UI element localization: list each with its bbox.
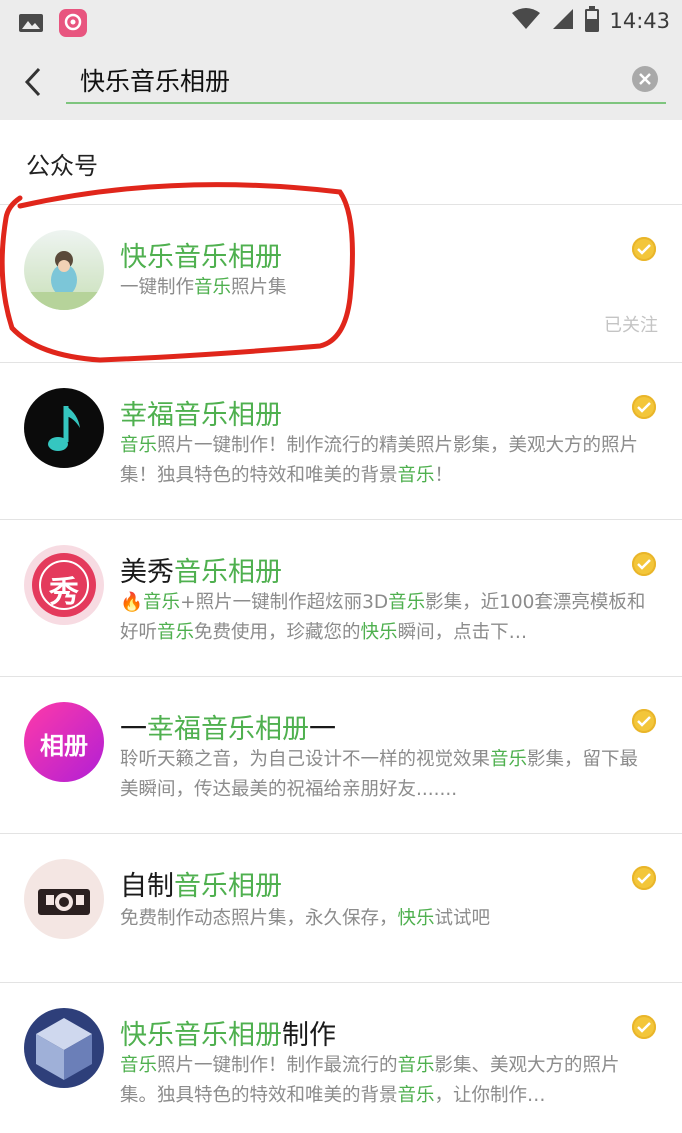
verified-badge-icon (632, 1015, 656, 1039)
text-segment: 试试吧 (434, 908, 491, 929)
highlight-text: 音乐 (397, 1055, 435, 1076)
account-title: 快乐音乐相册 (120, 235, 282, 274)
highlight-text: 音乐 (388, 592, 426, 613)
list-item[interactable]: 幸福音乐相册 音乐照片一键制作！制作流行的精美照片影集，美观大方的照片集！独具特… (0, 363, 682, 520)
close-icon (639, 73, 651, 85)
account-description: 一键制作音乐照片集 (120, 273, 656, 303)
text-segment: 自制 (120, 871, 174, 902)
account-title: 快乐音乐相册制作 (120, 1013, 336, 1052)
highlight-text: 音乐 (397, 465, 435, 486)
highlight-text: 音乐 (490, 749, 528, 770)
list-item[interactable]: 自制音乐相册 免费制作动态照片集，永久保存，快乐试试吧 (0, 834, 682, 983)
gallery-icon (18, 12, 44, 38)
signal-icon (551, 7, 575, 35)
text-segment: 聆听天籁之音，为自己设计不一样的视觉效果 (120, 749, 491, 770)
search-query: 快乐音乐相册 (80, 67, 231, 96)
text-segment: 美秀 (120, 557, 174, 588)
highlight-text: 幸福音乐相册 (120, 400, 282, 431)
list-item[interactable]: 快乐音乐相册 一键制作音乐照片集 已关注 (0, 205, 682, 363)
text-segment: +照片一键制作超炫丽3D (180, 592, 389, 613)
account-description: 聆听天籁之音，为自己设计不一样的视觉效果音乐影集，留下最美瞬间，传达最美的祝福给… (120, 745, 656, 805)
avatar: 秀 (24, 545, 104, 625)
text-segment: 一键制作 (120, 277, 195, 298)
status-time: 14:43 (609, 9, 670, 33)
followed-label: 已关注 (604, 315, 658, 336)
verified-badge-icon (632, 237, 656, 261)
list-item[interactable]: 秀 美秀音乐相册 🔥音乐+照片一键制作超炫丽3D音乐影集，近100套漂亮模板和好… (0, 520, 682, 677)
verified-badge-icon (632, 552, 656, 576)
avatar: 相册 (24, 702, 104, 782)
chevron-left-icon (24, 67, 41, 97)
avatar (24, 1008, 104, 1088)
account-description: 免费制作动态照片集，永久保存，快乐试试吧 (120, 904, 656, 934)
verified-badge-icon (632, 395, 656, 419)
account-description: 音乐照片一键制作！制作流行的精美照片影集，美观大方的照片集！独具特色的特效和唯美… (120, 431, 656, 491)
battery-icon (585, 6, 600, 36)
text-segment: ！ (434, 465, 454, 486)
account-title: 自制音乐相册 (120, 864, 282, 903)
highlight-text: 快乐音乐相册 (120, 242, 282, 273)
list-item[interactable]: 相册 一幸福音乐相册一 聆听天籁之音，为自己设计不一样的视觉效果音乐影集，留下最… (0, 677, 682, 834)
highlight-text: 音乐相册 (174, 871, 282, 902)
text-segment: 照片一键制作！制作流行的精美照片影集，美观大方的照片集！独具特色的特效和唯美的背… (120, 435, 639, 486)
avatar (24, 230, 104, 310)
text-segment: ，让你制作… (434, 1085, 546, 1106)
highlight-text: 快乐 (397, 908, 435, 929)
search-bar: 快乐音乐相册 (0, 42, 682, 120)
text-segment: 免费制作动态照片集，永久保存， (120, 908, 398, 929)
text-segment: 免费使用，珍藏您的 (194, 622, 361, 643)
account-description: 音乐照片一键制作！制作最流行的音乐影集、美观大方的照片集。独具特色的特效和唯美的… (120, 1051, 656, 1111)
text-segment: 照片集 (231, 277, 287, 298)
text-segment: 🔥 (120, 592, 144, 613)
highlight-text: 快乐 (360, 622, 398, 643)
account-description: 🔥音乐+照片一键制作超炫丽3D音乐影集，近100套漂亮模板和好听音乐免费使用，珍… (120, 588, 656, 648)
account-title: 美秀音乐相册 (120, 550, 282, 589)
highlight-text: 音乐 (194, 277, 232, 298)
back-button[interactable] (18, 62, 48, 102)
avatar-label: 秀 (49, 575, 79, 610)
highlight-text: 快乐音乐相册 (120, 1020, 282, 1051)
search-input[interactable]: 快乐音乐相册 (66, 56, 666, 104)
text-segment: 一 (309, 714, 336, 745)
status-bar: 14:43 (0, 0, 682, 42)
text-segment: 照片一键制作！制作最流行的 (157, 1055, 398, 1076)
account-title: 一幸福音乐相册一 (120, 707, 336, 746)
text-segment: 制作 (282, 1020, 336, 1051)
text-segment: 一 (120, 714, 147, 745)
avatar-label: 相册 (40, 732, 88, 760)
wifi-icon (511, 7, 541, 35)
highlight-text: 音乐 (397, 1085, 435, 1106)
account-title: 幸福音乐相册 (120, 393, 282, 432)
section-title: 公众号 (26, 152, 98, 180)
highlight-text: 音乐 (120, 435, 158, 456)
highlight-text: 音乐 (143, 592, 181, 613)
highlight-text: 幸福音乐相册 (147, 714, 309, 745)
list-item[interactable]: 快乐音乐相册制作 音乐照片一键制作！制作最流行的音乐影集、美观大方的照片集。独具… (0, 983, 682, 1133)
highlight-text: 音乐相册 (174, 557, 282, 588)
verified-badge-icon (632, 866, 656, 890)
avatar (24, 388, 104, 468)
avatar (24, 859, 104, 939)
clear-search-button[interactable] (632, 66, 658, 92)
text-segment: 瞬间，点击下… (397, 622, 528, 643)
highlight-text: 音乐 (120, 1055, 158, 1076)
app-icon (58, 8, 88, 42)
highlight-text: 音乐 (157, 622, 195, 643)
verified-badge-icon (632, 709, 656, 733)
